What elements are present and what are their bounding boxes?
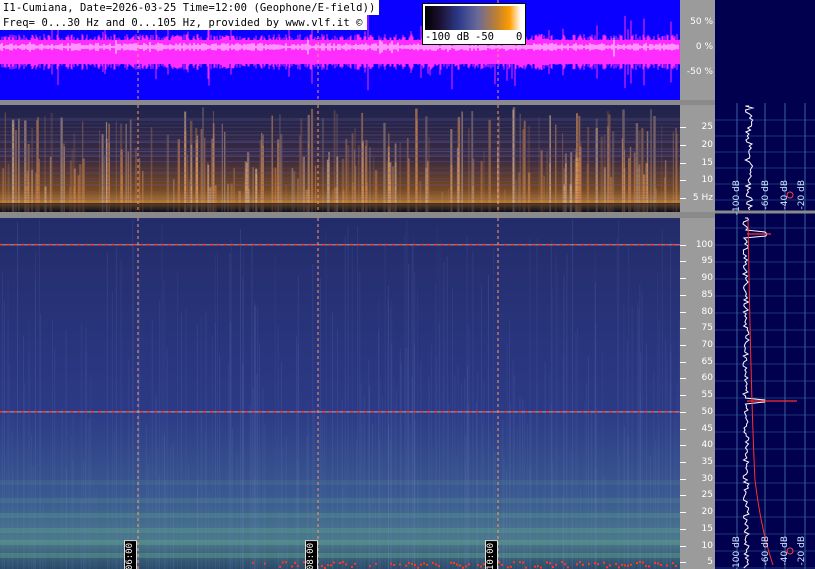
full-band-tick: 70 bbox=[701, 340, 713, 350]
spectrogram-full-band: 06:00 08:00 10:00 bbox=[0, 218, 680, 569]
tick-mark bbox=[680, 545, 686, 547]
full-band-tick: 55 bbox=[701, 390, 713, 401]
profile-label: -60 dB bbox=[761, 180, 771, 210]
profile-label: -100 dB bbox=[732, 180, 742, 216]
time-marker: 08:00 bbox=[305, 540, 318, 569]
low-band-tick: 15 bbox=[701, 157, 713, 168]
full-band-tick: 45 bbox=[701, 423, 713, 434]
full-band-tick: 65 bbox=[701, 356, 713, 367]
wave-tick-0: 0 % bbox=[695, 42, 713, 52]
waveform-scale: 50 % 0 % -50 % bbox=[680, 0, 715, 100]
spectrogram-low-band bbox=[0, 105, 680, 212]
tick-mark bbox=[680, 395, 686, 397]
tick-mark bbox=[680, 244, 686, 246]
profile-label: -40 dB bbox=[780, 536, 790, 566]
colorbar-label-max: 0 bbox=[516, 31, 523, 43]
low-band-tick: 25 bbox=[701, 121, 713, 132]
waveform-panel: I1-Cumiana, Date=2026-03-25 Time=12:00 (… bbox=[0, 0, 680, 100]
tick-mark bbox=[680, 495, 686, 497]
tick-mark bbox=[680, 462, 686, 463]
tick-mark bbox=[680, 361, 686, 363]
wave-tick-minus50: -50 % bbox=[686, 67, 713, 77]
tick-mark bbox=[680, 294, 686, 296]
tick-mark bbox=[680, 162, 686, 164]
wave-tick-50: 50 % bbox=[690, 17, 713, 27]
profile-label: -20 dB bbox=[797, 180, 807, 210]
tick-mark bbox=[680, 562, 686, 564]
profile-label: -100 dB bbox=[732, 536, 742, 569]
tick-mark bbox=[680, 345, 686, 346]
spectrum-profile-trace bbox=[715, 103, 815, 569]
full-band-tick: 30 bbox=[701, 473, 713, 484]
station-title: I1-Cumiana, Date=2026-03-25 Time=12:00 (… bbox=[0, 0, 380, 15]
tick-mark bbox=[680, 311, 686, 313]
tick-mark bbox=[680, 411, 686, 413]
tick-mark bbox=[680, 528, 686, 530]
colorbar-label-min: -100 dB bbox=[425, 31, 470, 43]
tick-mark bbox=[680, 144, 686, 146]
tick-mark bbox=[680, 198, 686, 200]
low-band-tick: 20 bbox=[701, 139, 713, 150]
spectrum-profile-panel: -100 dB -60 dB -40 dB -20 dB -100 dB -60… bbox=[715, 0, 815, 569]
time-marker: 10:00 bbox=[485, 540, 498, 569]
colorbar-gradient bbox=[425, 6, 521, 30]
full-band-tick: 15 bbox=[701, 523, 713, 534]
low-band-tick: 5 Hz bbox=[692, 193, 713, 204]
tick-mark bbox=[680, 261, 686, 263]
full-band-tick: 90 bbox=[701, 273, 713, 284]
tick-mark bbox=[680, 378, 686, 380]
tick-mark bbox=[680, 428, 686, 430]
colorbar-legend: -100 dB -50 0 bbox=[422, 3, 526, 45]
tick-mark bbox=[680, 512, 686, 514]
tick-mark bbox=[680, 126, 686, 128]
tick-mark bbox=[680, 478, 686, 480]
full-band-tick: 85 bbox=[701, 289, 713, 300]
tick-mark bbox=[680, 278, 686, 280]
time-marker: 06:00 bbox=[124, 540, 137, 569]
full-band-frequency-scale: 100 95 90 85 80 75 70 65 60 55 50 45 40 35 30 25 20 15 10 5 bbox=[680, 218, 715, 569]
low-band-frequency-scale: 25 20 15 10 5 Hz bbox=[680, 105, 715, 212]
full-band-tick: 5 bbox=[707, 557, 713, 568]
profile-label: -60 dB bbox=[761, 536, 771, 566]
tick-mark bbox=[680, 445, 686, 447]
full-band-tick: 60 bbox=[701, 373, 713, 384]
full-band-tick: 35 bbox=[701, 457, 713, 467]
frequency-range-title: Freq= 0...30 Hz and 0...105 Hz, provided… bbox=[0, 15, 367, 30]
full-band-tick: 80 bbox=[701, 306, 713, 317]
full-band-tick: 40 bbox=[701, 440, 713, 451]
low-band-tick: 10 bbox=[701, 175, 713, 186]
vlf-spectrogram-viewer: I1-Cumiana, Date=2026-03-25 Time=12:00 (… bbox=[0, 0, 815, 569]
full-band-tick: 50 bbox=[701, 406, 713, 417]
full-band-tick: 100 bbox=[695, 239, 713, 250]
full-band-tick: 75 bbox=[701, 323, 713, 334]
profile-label: -40 dB bbox=[780, 180, 790, 210]
tick-mark bbox=[680, 328, 686, 330]
full-band-tick: 10 bbox=[701, 540, 713, 551]
tick-mark bbox=[680, 180, 686, 182]
full-band-tick: 95 bbox=[701, 256, 713, 267]
colorbar-label-mid: -50 bbox=[475, 31, 494, 43]
full-band-tick: 25 bbox=[701, 490, 713, 501]
profile-label: -20 dB bbox=[797, 536, 807, 566]
full-band-tick: 20 bbox=[701, 507, 713, 518]
